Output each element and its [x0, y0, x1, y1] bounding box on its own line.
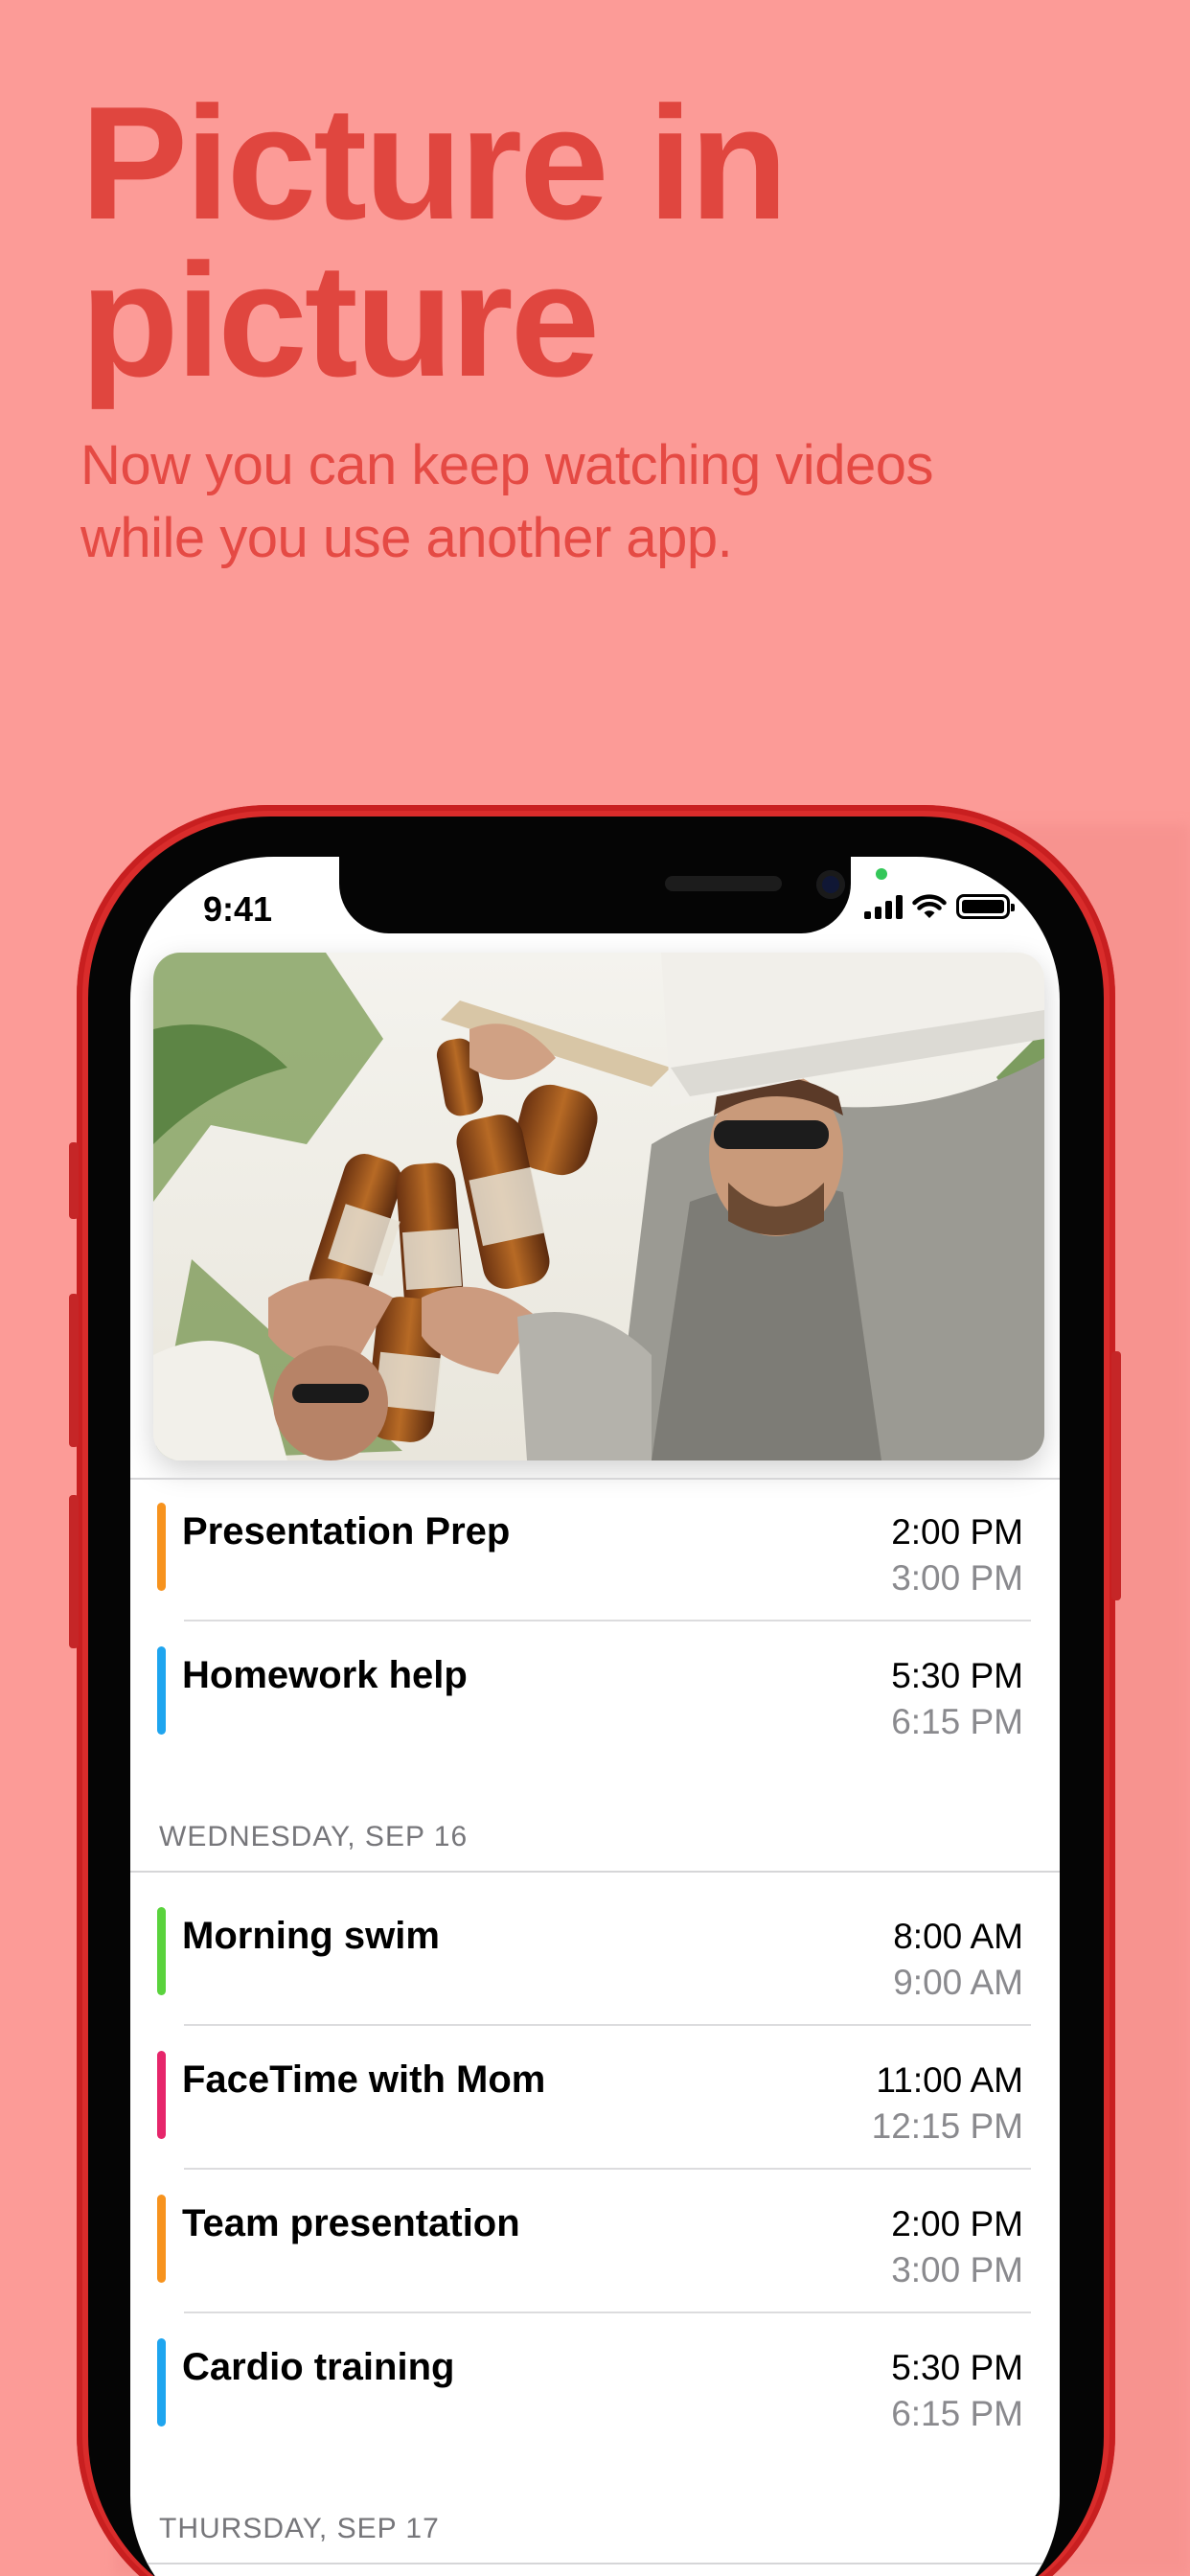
- event-color-bar: [157, 1503, 166, 1591]
- notch: [339, 857, 851, 933]
- event-title: Homework help: [182, 1654, 468, 1696]
- event-start-time: 8:00 AM: [893, 1917, 1023, 1956]
- event-end-time: 9:00 AM: [893, 1963, 1023, 2002]
- event-start-time: 11:00 AM: [876, 2060, 1023, 2100]
- section-header-thursday: THURSDAY, SEP 17: [159, 2513, 440, 2544]
- event-start-time: 2:00 PM: [891, 1512, 1023, 1552]
- silent-switch: [69, 1142, 79, 1219]
- subhead-line-1: Now you can keep watching videos: [80, 434, 933, 496]
- event-end-time: 6:15 PM: [891, 1702, 1023, 1741]
- event-title: FaceTime with Mom: [182, 2058, 546, 2101]
- event-end-time: 6:15 PM: [891, 2394, 1023, 2433]
- promo-subhead: Now you can keep watching videos while y…: [80, 429, 933, 575]
- event-title: Cardio training: [182, 2346, 455, 2388]
- status-time: 9:41: [203, 889, 273, 929]
- section-header-wednesday: WEDNESDAY, SEP 16: [159, 1821, 469, 1852]
- event-color-bar: [157, 2338, 166, 2426]
- event-start-time: 5:30 PM: [891, 2348, 1023, 2387]
- section-divider: [130, 1871, 1060, 1873]
- volume-up-button: [69, 1294, 79, 1447]
- event-end-time: 12:15 PM: [871, 2106, 1023, 2146]
- event-end-time: 3:00 PM: [891, 1558, 1023, 1598]
- headline-line-1: Picture in: [80, 73, 789, 253]
- camera-in-use-indicator: [876, 868, 887, 880]
- front-camera: [816, 870, 845, 899]
- promo-headline: Picture in picture: [80, 73, 789, 410]
- event-color-bar: [157, 1646, 166, 1735]
- status-icons: [864, 893, 1015, 920]
- event-end-time: 3:00 PM: [891, 2250, 1023, 2289]
- event-title: Team presentation: [182, 2202, 520, 2244]
- event-row[interactable]: Morning swim 8:00 AM 9:00 AM: [157, 1882, 1031, 2026]
- event-row[interactable]: Cardio training 5:30 PM 6:15 PM: [157, 2313, 1031, 2457]
- section-divider: [130, 2563, 1060, 2564]
- event-color-bar: [157, 2195, 166, 2283]
- speaker-grille: [665, 876, 782, 891]
- video-frame: [153, 953, 1044, 1460]
- wifi-icon: [912, 894, 947, 918]
- event-row[interactable]: FaceTime with Mom 11:00 AM 12:15 PM: [157, 2026, 1031, 2170]
- event-title: Morning swim: [182, 1915, 440, 1957]
- event-row[interactable]: Presentation Prep 2:00 PM 3:00 PM: [157, 1478, 1031, 1622]
- battery-icon: [956, 894, 1015, 919]
- event-title: Presentation Prep: [182, 1510, 511, 1552]
- headline-line-2: picture: [80, 230, 600, 410]
- event-row[interactable]: Homework help 5:30 PM 6:15 PM: [157, 1622, 1031, 1765]
- event-start-time: 2:00 PM: [891, 2204, 1023, 2243]
- volume-down-button: [69, 1495, 79, 1648]
- cellular-signal-icon: [864, 894, 903, 919]
- pip-video-window[interactable]: [153, 953, 1044, 1460]
- power-button: [1111, 1351, 1121, 1600]
- subhead-line-2: while you use another app.: [80, 507, 733, 569]
- event-start-time: 5:30 PM: [891, 1656, 1023, 1695]
- phone-screen: 9:41 Presentation Prep 2:00 PM 3:00 PM H…: [130, 857, 1060, 2576]
- event-color-bar: [157, 1907, 166, 1995]
- event-row[interactable]: Team presentation 2:00 PM 3:00 PM: [157, 2170, 1031, 2313]
- event-color-bar: [157, 2051, 166, 2139]
